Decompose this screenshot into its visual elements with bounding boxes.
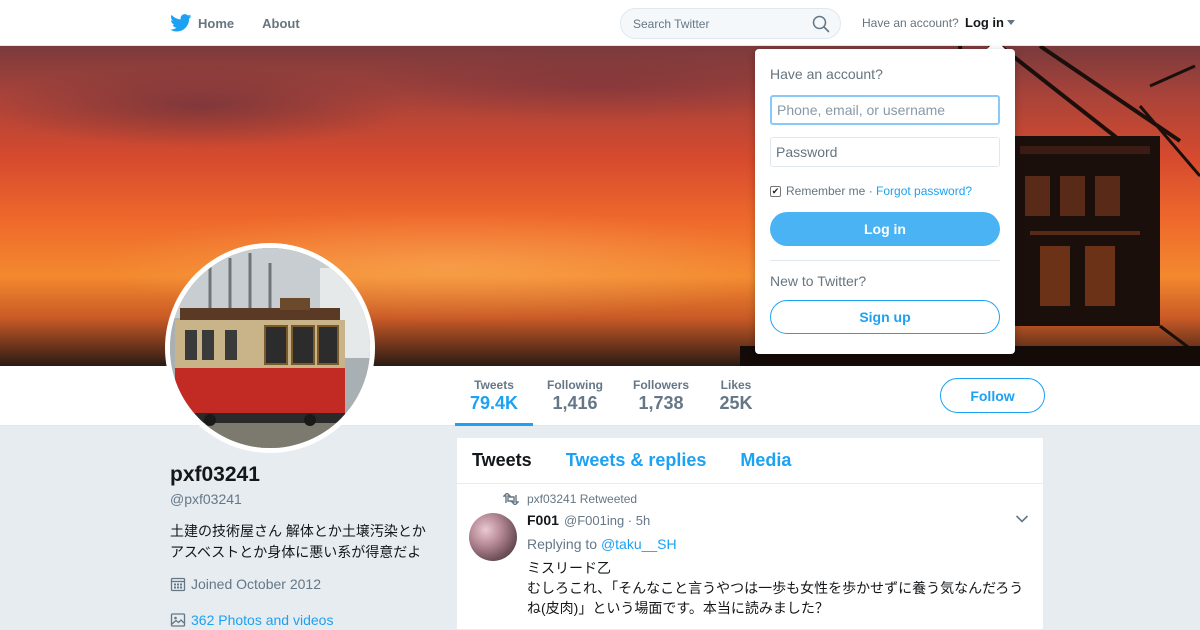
stat-likes[interactable]: Likes 25K	[712, 366, 760, 426]
search-input[interactable]: Search Twitter	[620, 8, 841, 39]
profile-name[interactable]: pxf03241	[170, 463, 260, 487]
nav-about-link[interactable]: About	[262, 16, 300, 31]
tweet-text: ミスリード乙 むしろこれ、「そんなこと言うやつは一歩も女性を歩かせずに養う気なん…	[527, 558, 1037, 618]
timeline-tabs: Tweets Tweets & replies Media	[457, 438, 1043, 484]
stat-following[interactable]: Following 1,416	[540, 366, 610, 426]
retweeted-by-text[interactable]: pxf03241 Retweeted	[527, 492, 637, 506]
replying-to: Replying to @taku__SH	[527, 536, 677, 552]
photos-videos-label: 362 Photos and videos	[191, 612, 334, 628]
search-icon[interactable]	[812, 15, 830, 33]
remember-me-label[interactable]: Remember me	[786, 184, 865, 198]
remember-me-checkbox[interactable]: ✔	[770, 185, 781, 197]
stat-likes-label: Likes	[720, 378, 752, 392]
train-photo	[170, 248, 370, 448]
tweet-author-meta[interactable]: @F001ing · 5h	[564, 513, 650, 528]
image-icon	[170, 613, 186, 627]
stat-followers-value: 1,738	[638, 393, 684, 413]
profile-handle[interactable]: @pxf03241	[170, 491, 242, 507]
stat-tweets-value: 79.4K	[469, 393, 519, 413]
dropdown-title: Have an account?	[770, 66, 883, 82]
stat-followers-label: Followers	[632, 378, 689, 392]
have-account-text: Have an account?	[862, 16, 959, 30]
stat-likes-value: 25K	[719, 393, 753, 413]
password-field[interactable]: Password	[770, 137, 1000, 167]
tweet-text-line: ミスリード乙	[527, 560, 611, 576]
stat-following-label: Following	[547, 378, 603, 392]
avatar-image	[170, 248, 370, 448]
login-menu-label: Log in	[965, 15, 1004, 30]
divider	[770, 260, 1000, 261]
tab-tweets[interactable]: Tweets	[472, 450, 532, 471]
forgot-password-link[interactable]: Forgot password?	[876, 184, 972, 198]
nav-about-label: About	[262, 15, 300, 31]
tweet-author-name[interactable]: F001	[527, 512, 559, 528]
separator: ·	[865, 184, 877, 198]
replying-to-handle[interactable]: @taku__SH	[601, 536, 677, 552]
replying-prefix: Replying to	[527, 536, 601, 552]
stat-tweets-label: Tweets	[474, 378, 514, 392]
caret-down-icon	[1007, 20, 1015, 25]
top-navigation-bar: Home About Search Twitter Have an accoun…	[0, 0, 1200, 46]
dropdown-arrow	[987, 40, 1005, 49]
twitter-bird-icon	[170, 14, 192, 32]
retweet-icon	[503, 493, 519, 505]
stat-tweets[interactable]: Tweets 79.4K	[455, 366, 533, 426]
new-to-twitter-text: New to Twitter?	[770, 273, 867, 289]
bio-line: アスベストとか身体に悪い系が得意だよ	[170, 544, 422, 560]
profile-bio: 土建の技術屋さん 解体とか土壌汚染とか アスベストとか身体に悪い系が得意だよ	[170, 521, 435, 563]
tweet-text-line: ね(皮肉)」という場面です。本当に読みました？	[527, 600, 829, 616]
stat-following-value: 1,416	[552, 393, 598, 413]
stat-followers[interactable]: Followers 1,738	[626, 366, 696, 426]
tweet-text-line: むしろこれ、「そんなこと言うやつは一歩も女性を歩かせずに養う気なんだろう	[527, 580, 1024, 596]
follow-button[interactable]: Follow	[940, 378, 1045, 413]
tab-media[interactable]: Media	[740, 450, 791, 471]
signup-button[interactable]: Sign up	[770, 300, 1000, 334]
timeline: Tweets Tweets & replies Media pxf03241 R…	[456, 437, 1044, 630]
login-menu-toggle[interactable]: Log in	[965, 15, 1015, 30]
nav-left: Home About	[170, 0, 328, 46]
tweet[interactable]: pxf03241 Retweeted F001 @F001ing · 5h Re…	[457, 484, 1043, 630]
login-dropdown: Have an account? Phone, email, or userna…	[755, 49, 1015, 354]
tab-tweets-and-replies[interactable]: Tweets & replies	[566, 450, 707, 471]
retweet-context: pxf03241 Retweeted	[503, 492, 637, 506]
calendar-icon	[170, 577, 186, 592]
nav-home-link[interactable]: Home	[170, 14, 234, 32]
joined-text: Joined October 2012	[191, 576, 321, 592]
login-button[interactable]: Log in	[770, 212, 1000, 246]
username-field[interactable]: Phone, email, or username	[770, 95, 1000, 125]
profile-avatar[interactable]	[165, 243, 375, 453]
search-placeholder: Search Twitter	[633, 16, 710, 31]
photos-videos-link[interactable]: 362 Photos and videos	[170, 612, 333, 628]
bio-line: 土建の技術屋さん 解体とか土壌汚染とか	[170, 523, 426, 539]
remember-row: ✔ Remember me · Forgot password?	[770, 184, 972, 198]
tweet-author-avatar[interactable]	[469, 513, 517, 561]
chevron-down-icon[interactable]	[1015, 514, 1029, 524]
joined-date: Joined October 2012	[170, 576, 321, 592]
nav-home-label: Home	[198, 15, 235, 31]
